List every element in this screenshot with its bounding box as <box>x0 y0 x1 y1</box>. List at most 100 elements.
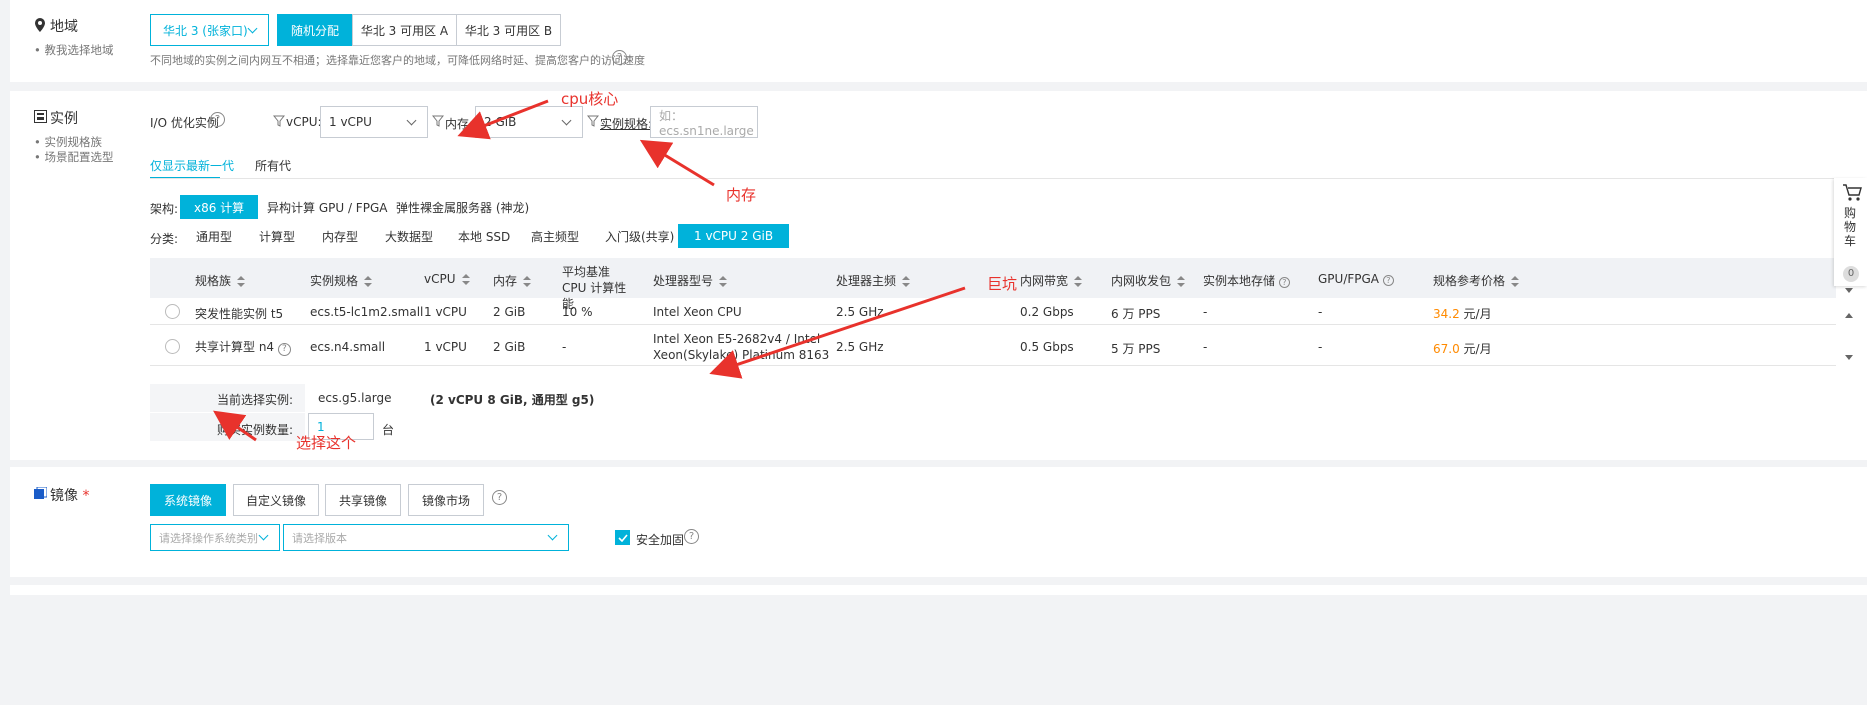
col-spec[interactable]: 实例规格 <box>310 272 373 289</box>
tab-latest-generation[interactable]: 仅显示最新一代 <box>150 157 234 174</box>
arch-x86[interactable]: x86 计算 <box>180 195 259 219</box>
category-bigdata[interactable]: 大数据型 <box>375 224 443 248</box>
current-instance-value: ecs.g5.large <box>318 391 392 405</box>
region-title: 地域 <box>50 19 78 35</box>
tab-custom-image[interactable]: 自定义镜像 <box>233 484 319 516</box>
memory-select[interactable]: 2 GiB <box>475 106 583 138</box>
scroll-down-icon[interactable] <box>1845 288 1853 293</box>
filter-icon <box>432 115 444 127</box>
cell-cpu-perf: 10 % <box>562 305 593 319</box>
version-select[interactable]: 请选择版本 <box>283 524 569 551</box>
region-help-link[interactable]: • 教我选择地域 <box>34 42 113 58</box>
cell-cpu-freq: 2.5 GHz <box>836 340 884 354</box>
category-high-freq[interactable]: 高主频型 <box>521 224 589 248</box>
col-local-storage-label: 实例本地存储 <box>1203 274 1276 288</box>
category-memory[interactable]: 内存型 <box>312 224 368 248</box>
gpu-help-icon[interactable]: ? <box>1382 275 1394 286</box>
chevron-down-icon <box>406 115 417 126</box>
annotation-choose: 选择这个 <box>296 434 357 452</box>
scenario-link-text[interactable]: 场景配置选型 <box>44 150 113 164</box>
security-checkbox[interactable] <box>615 530 630 545</box>
category-compute[interactable]: 计算型 <box>249 224 305 248</box>
col-cpu-model[interactable]: 处理器型号 <box>653 272 728 289</box>
family-help-icon[interactable]: ? <box>277 342 291 356</box>
category-1vcpu-2gib[interactable]: 1 vCPU 2 GiB <box>678 224 790 248</box>
row-radio[interactable] <box>165 339 180 354</box>
instance-family-link-text[interactable]: 实例规格族 <box>44 135 102 149</box>
shopping-cart[interactable]: 购物车 0 <box>1834 178 1867 286</box>
region-select[interactable]: 华北 3 (张家口) <box>150 14 269 46</box>
zone-b-button[interactable]: 华北 3 可用区 B <box>456 14 561 46</box>
instance-title: 实例 <box>50 111 78 127</box>
cell-pps: 6 万 PPS <box>1111 307 1161 321</box>
col-cpu-freq-label: 处理器主频 <box>836 274 897 288</box>
cart-label: 购物车 <box>1844 206 1857 248</box>
row-radio[interactable] <box>165 304 180 319</box>
tab-shared-image[interactable]: 共享镜像 <box>325 484 401 516</box>
cell-cpu-model-line2: Xeon(Skylake) Platinum 8163 <box>653 348 830 362</box>
category-entry-shared[interactable]: 入门级(共享) <box>595 224 684 248</box>
storage-help-icon[interactable]: ? <box>1278 277 1290 288</box>
sort-icon[interactable] <box>1074 276 1083 287</box>
cell-vcpu: 1 vCPU <box>424 340 467 354</box>
col-cpu-freq[interactable]: 处理器主频 <box>836 272 911 289</box>
sort-icon[interactable] <box>1177 276 1186 287</box>
price-value: 34.2 <box>1433 307 1460 321</box>
price-unit: 元/月 <box>1463 342 1492 356</box>
col-pps-label: 内网收发包 <box>1111 274 1172 288</box>
scroll-down-icon[interactable] <box>1845 355 1853 360</box>
col-gpu-label: GPU/FPGA <box>1318 272 1380 286</box>
tab-all-generations[interactable]: 所有代 <box>255 157 291 174</box>
sort-icon[interactable] <box>902 276 911 287</box>
col-memory[interactable]: 内存 <box>493 272 532 289</box>
security-label: 安全加固 <box>636 533 685 547</box>
divider <box>150 178 1850 179</box>
col-family[interactable]: 规格族 <box>195 272 246 289</box>
category-general[interactable]: 通用型 <box>186 224 242 248</box>
zone-a-button[interactable]: 华北 3 可用区 A <box>352 14 457 46</box>
col-pps[interactable]: 内网收发包 <box>1111 272 1186 289</box>
col-vcpu[interactable]: vCPU <box>424 272 470 286</box>
col-price-label: 规格参考价格 <box>1433 274 1506 288</box>
sort-icon[interactable] <box>237 276 246 287</box>
image-section: 镜像 * 系统镜像 自定义镜像 共享镜像 镜像市场 ? 请选择操作系统类别 请选… <box>10 467 1867 577</box>
sort-icon[interactable] <box>719 276 728 287</box>
next-section <box>10 585 1867 595</box>
arch-bare-metal[interactable]: 弹性裸金属服务器 (神龙) <box>386 195 539 219</box>
instance-family-link[interactable]: • 实例规格族 <box>34 134 102 150</box>
col-vcpu-label: vCPU <box>424 272 456 286</box>
sort-icon[interactable] <box>523 276 532 287</box>
io-label: I/O 优化实例 <box>150 116 219 130</box>
cell-memory: 2 GiB <box>493 340 526 354</box>
zone-random-button[interactable]: 随机分配 <box>277 14 353 46</box>
table-row[interactable]: 突发性能实例 t5 ecs.t5-lc1m2.small 1 vCPU 2 Gi… <box>150 298 1836 325</box>
tab-image-market[interactable]: 镜像市场 <box>408 484 484 516</box>
security-help-icon[interactable]: ? <box>684 529 699 544</box>
cart-count-badge: 0 <box>1843 266 1859 282</box>
io-help-icon[interactable]: ? <box>210 112 225 127</box>
table-row[interactable]: 共享计算型 n4 ? ecs.n4.small 1 vCPU 2 GiB - I… <box>150 326 1836 366</box>
cell-cpu-perf: - <box>562 340 567 354</box>
map-pin-icon <box>34 18 46 35</box>
arch-gpu-fpga[interactable]: 异构计算 GPU / FPGA <box>257 195 397 219</box>
scroll-up-icon[interactable] <box>1845 313 1853 318</box>
sort-icon[interactable] <box>364 276 373 287</box>
cell-price: 34.2 元/月 <box>1433 305 1492 322</box>
spec-input-placeholder: 如：ecs.sn1ne.large <box>659 108 754 138</box>
os-type-select[interactable]: 请选择操作系统类别 <box>150 524 280 551</box>
vcpu-select[interactable]: 1 vCPU <box>320 106 428 138</box>
col-bandwidth[interactable]: 内网带宽 <box>1020 272 1083 289</box>
tab-system-image[interactable]: 系统镜像 <box>150 484 226 516</box>
col-memory-label: 内存 <box>493 274 518 288</box>
check-icon <box>617 533 628 542</box>
image-help-icon[interactable]: ? <box>492 490 507 505</box>
region-help-link-text[interactable]: 教我选择地域 <box>44 43 113 57</box>
scenario-link[interactable]: • 场景配置选型 <box>34 149 113 165</box>
category-local-ssd[interactable]: 本地 SSD <box>448 224 520 248</box>
sort-icon[interactable] <box>461 274 470 285</box>
col-price[interactable]: 规格参考价格 <box>1433 272 1520 289</box>
region-help-icon[interactable]: ? <box>612 50 627 65</box>
spec-input[interactable]: 如：ecs.sn1ne.large <box>650 106 758 138</box>
chevron-down-icon <box>561 115 572 126</box>
sort-icon[interactable] <box>1511 276 1520 287</box>
